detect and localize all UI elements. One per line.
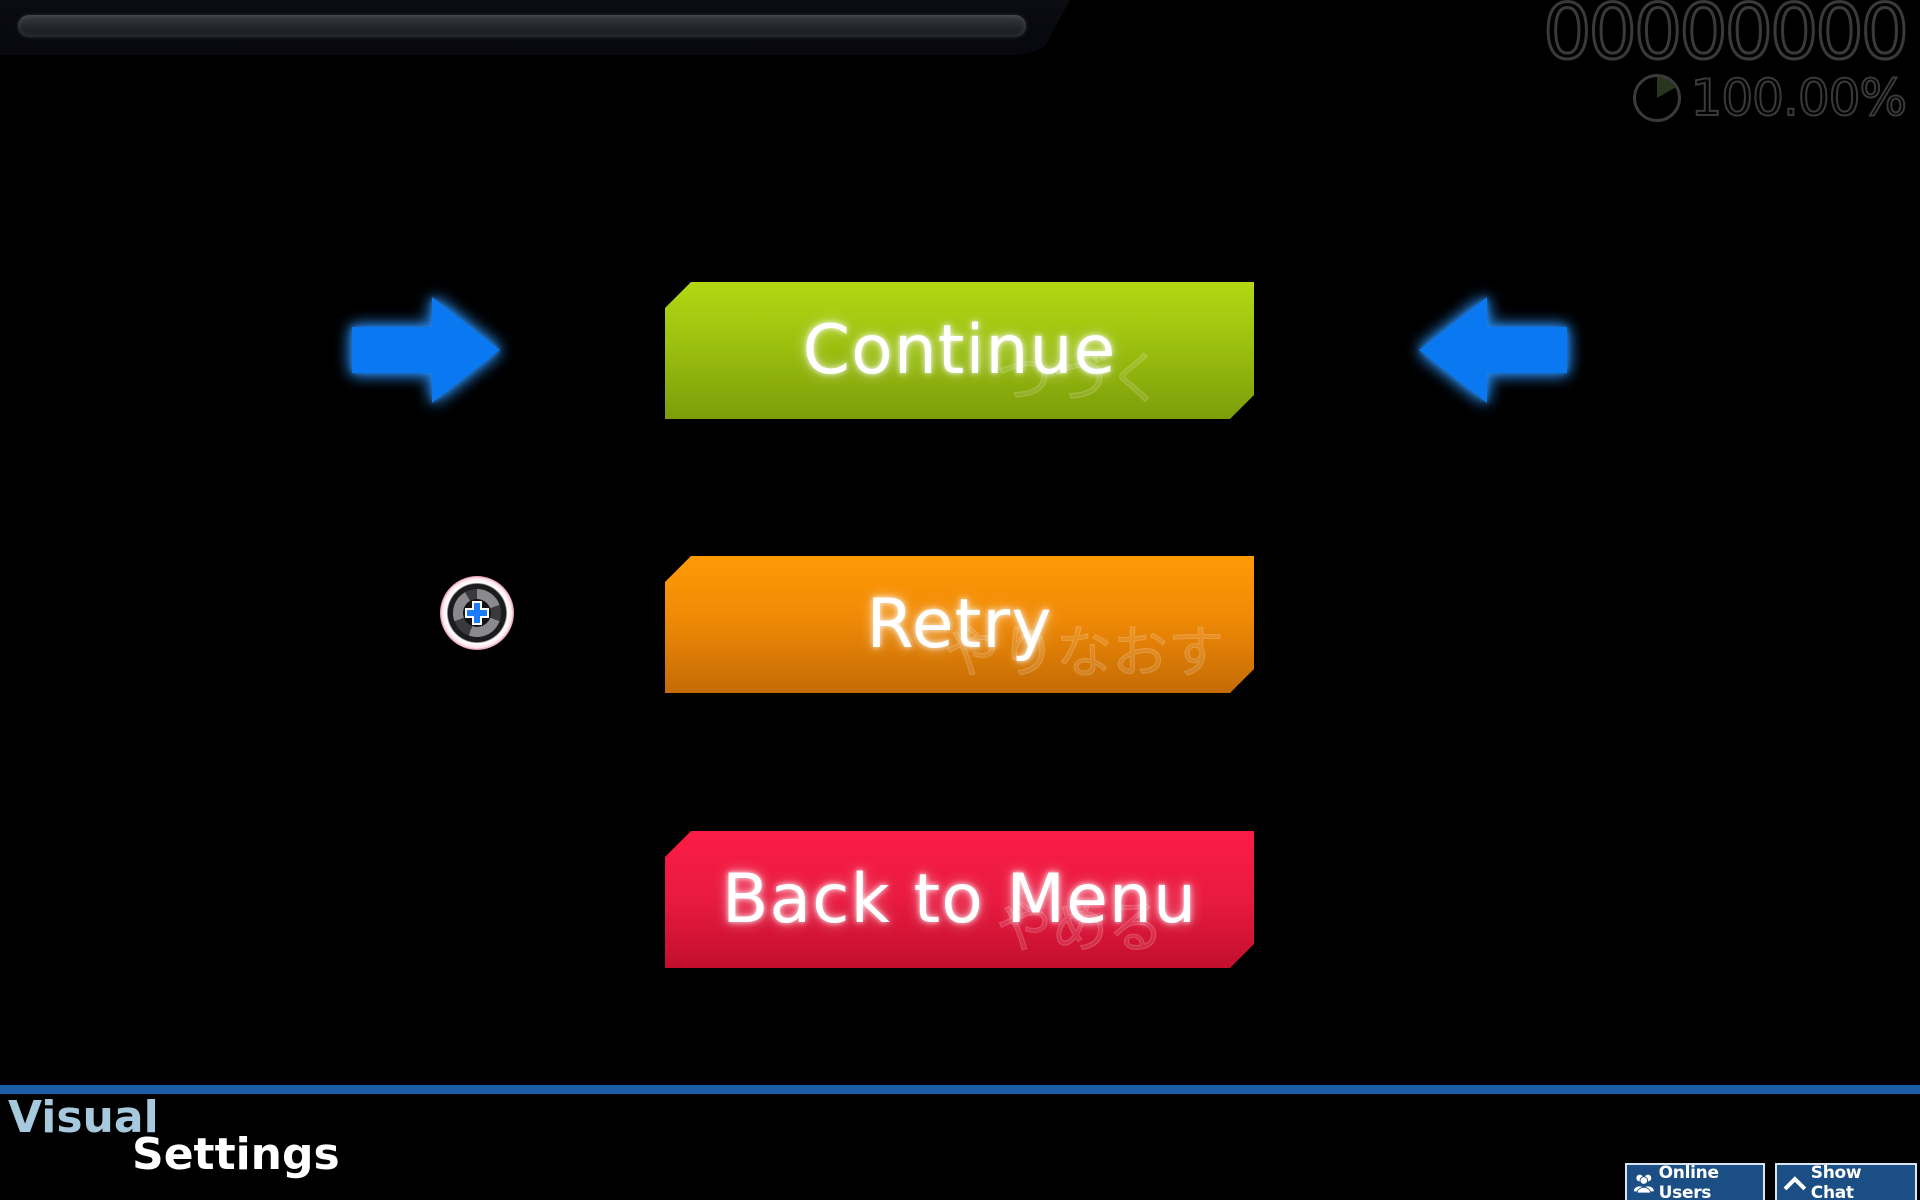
continue-label: Continue — [802, 311, 1117, 390]
selection-arrow-left-icon — [1417, 297, 1569, 403]
overlay-accent-line — [0, 1085, 1920, 1094]
retry-button[interactable]: やりなおす Retry — [665, 556, 1254, 693]
back-to-menu-button[interactable]: やめる Back to Menu — [665, 831, 1254, 968]
accuracy-value: 100.00% — [1690, 69, 1908, 127]
cursor-plus-icon — [465, 601, 489, 625]
visual-settings-title-line2[interactable]: Settings — [132, 1130, 340, 1179]
selection-arrow-right-icon — [350, 297, 502, 403]
retry-label: Retry — [866, 585, 1053, 664]
continue-button[interactable]: つづく Continue — [665, 282, 1254, 419]
online-users-button[interactable]: Online Users — [1625, 1163, 1765, 1200]
show-chat-label: Show Chat — [1810, 1162, 1862, 1200]
accuracy-pie-icon — [1632, 74, 1681, 122]
users-icon — [1633, 1174, 1654, 1193]
show-chat-button[interactable]: Show Chat — [1775, 1163, 1917, 1200]
online-users-label: Online Users — [1658, 1162, 1719, 1200]
score-display: 00000000 — [1542, 0, 1911, 76]
accuracy-display: 100.00% — [1632, 69, 1908, 127]
health-bar — [18, 15, 1026, 37]
game-screen: 00000000 100.00% つづく Continue やりなおす Retr… — [0, 0, 1920, 1200]
game-cursor-icon — [440, 576, 514, 650]
chevron-up-icon — [1783, 1175, 1807, 1190]
back-to-menu-label: Back to Menu — [721, 860, 1198, 939]
